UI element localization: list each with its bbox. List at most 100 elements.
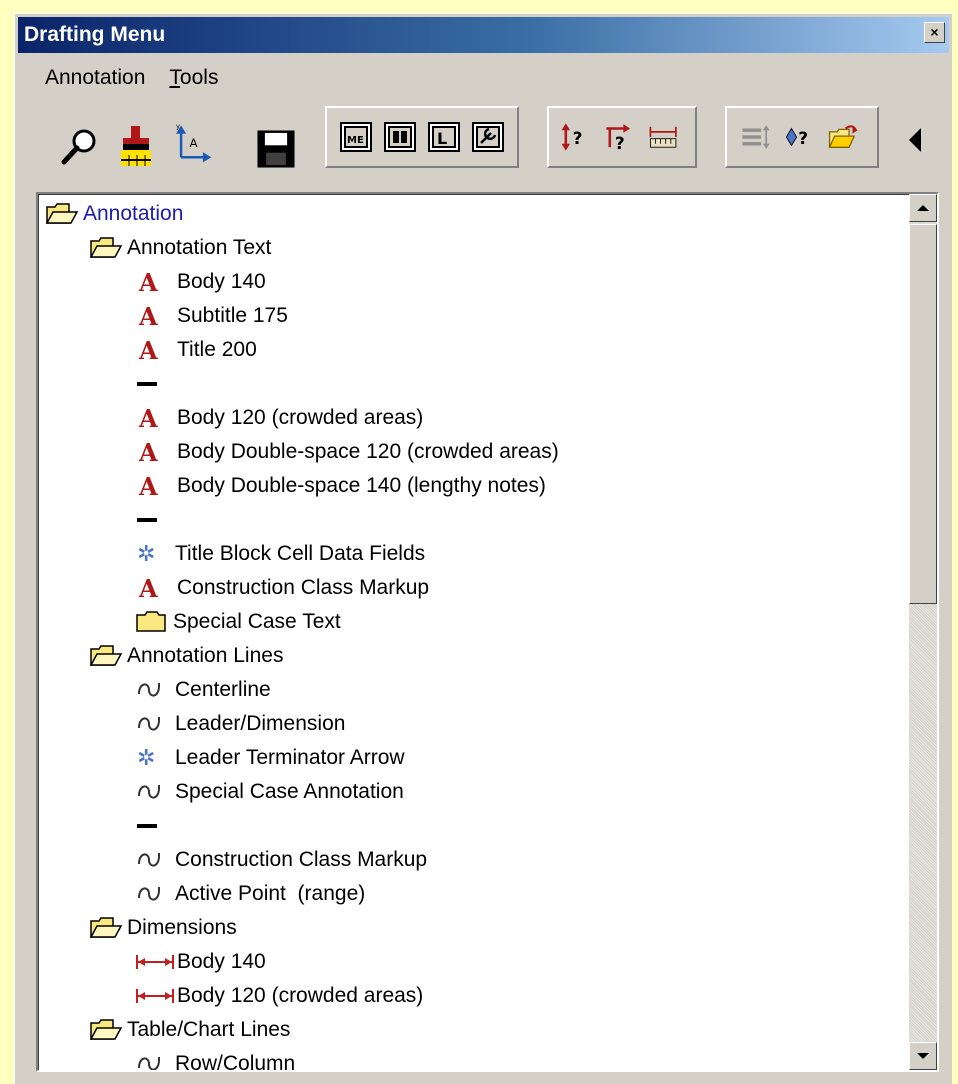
open-folder-arrow-icon[interactable] — [827, 119, 861, 155]
title-bar[interactable]: Drafting Menu × — [18, 17, 949, 53]
svg-text:?: ? — [573, 129, 583, 149]
close-button[interactable]: × — [924, 22, 945, 43]
tree-item-separator[interactable] — [135, 367, 173, 401]
cell-snowflake-icon: ✲ — [137, 541, 156, 566]
text-a-icon: A — [139, 267, 158, 297]
tree-item-special-case-annotation[interactable]: Special Case Annotation — [135, 775, 404, 809]
tree-item-label: Body 140 — [177, 950, 266, 973]
tree-content: Annotation Annotation Text A Body 140 A … — [38, 194, 909, 1070]
tree-item-body-140[interactable]: A Body 140 — [135, 265, 266, 299]
curve-icon — [135, 709, 175, 739]
tree-item-label: Dimensions — [127, 916, 237, 939]
tree-item-label: Body Double-space 120 (crowded areas) — [177, 440, 559, 463]
tree-item-label: Body 140 — [177, 270, 266, 293]
open-folder-icon — [89, 233, 127, 263]
dimension-icon — [135, 981, 177, 1011]
list-settings-icon[interactable] — [739, 119, 773, 155]
tree-item-title-200[interactable]: A Title 200 — [135, 333, 257, 367]
tree-item-table-chart-lines[interactable]: Table/Chart Lines — [89, 1013, 290, 1047]
diamond-query-icon[interactable]: ? — [783, 119, 817, 155]
text-a-icon: A — [139, 471, 158, 501]
curve-icon — [135, 845, 175, 875]
vertical-query-icon[interactable]: ? — [559, 119, 593, 155]
text-a-icon: A — [139, 335, 158, 365]
tree-item-annotation-lines[interactable]: Annotation Lines — [89, 639, 283, 673]
axis-text-icon[interactable]: A y — [171, 113, 213, 173]
text-a-icon: A — [139, 301, 158, 331]
tree-item-annotation-text[interactable]: Annotation Text — [89, 231, 271, 265]
menu-tools[interactable]: Tools — [169, 66, 218, 96]
svg-text:?: ? — [615, 134, 625, 154]
tree-item-row-column[interactable]: Row/Column — [135, 1047, 296, 1072]
svg-text:y: y — [176, 123, 180, 131]
curve-icon — [135, 777, 175, 807]
tree-item-body-120[interactable]: A Body 120 (crowded areas) — [135, 401, 423, 435]
arrow-down-icon — [917, 1053, 929, 1059]
tree-item-dimensions[interactable]: Dimensions — [89, 911, 237, 945]
tree-item-label: Row/Column — [175, 1052, 296, 1072]
me-frame-icon[interactable]: ME — [339, 119, 373, 155]
text-a-icon: A — [139, 573, 158, 603]
tree-item-special-case-text[interactable]: Special Case Text — [135, 605, 341, 639]
tree-item-leader-terminator-arrow[interactable]: ✲ Leader Terminator Arrow — [135, 741, 405, 775]
tree-item-leader-dimension[interactable]: Leader/Dimension — [135, 707, 345, 741]
scroll-thumb[interactable] — [909, 224, 937, 604]
tree-item-active-point[interactable]: Active Point (range) — [135, 877, 365, 911]
wrench-frame-icon[interactable] — [471, 119, 505, 155]
window-title: Drafting Menu — [24, 23, 166, 46]
toolbar-group-frames: ME L — [325, 106, 519, 168]
tree-item-label: Construction Class Markup — [175, 848, 428, 871]
tree-item-label: Leader/Dimension — [175, 712, 346, 735]
magnifier-icon[interactable] — [59, 117, 101, 177]
tree-item-label: Centerline — [175, 678, 271, 701]
open-folder-icon — [89, 1015, 127, 1045]
tree-item-dim-body-140[interactable]: Body 140 — [135, 945, 266, 979]
tree-item-annotation[interactable]: Annotation — [45, 197, 183, 231]
tree-item-label: Body Double-space 140 (lengthy notes) — [177, 474, 546, 497]
closed-folder-icon — [135, 607, 173, 637]
tree-item-separator[interactable] — [135, 503, 173, 537]
scroll-up-button[interactable] — [909, 194, 937, 222]
text-a-icon: A — [139, 403, 158, 433]
curve-icon — [135, 1049, 175, 1070]
tree-item-centerline[interactable]: Centerline — [135, 673, 271, 707]
menu-annotation[interactable]: Annotation — [45, 66, 145, 96]
vertical-scrollbar[interactable] — [909, 194, 937, 1070]
tree-view: Annotation Annotation Text A Body 140 A … — [36, 192, 939, 1072]
toolbar-group-queries: ? ? — [547, 106, 697, 168]
menu-tools-mnemonic: T — [169, 66, 180, 89]
scroll-down-button[interactable] — [909, 1042, 937, 1070]
menu-tools-rest: ools — [179, 66, 219, 89]
tree-item-label: Table/Chart Lines — [127, 1018, 291, 1041]
tree-item-label: Construction Class Markup — [177, 576, 430, 599]
tree-item-subtitle-175[interactable]: A Subtitle 175 — [135, 299, 288, 333]
dimension-icon — [135, 947, 177, 977]
tree-item-separator[interactable] — [135, 809, 173, 843]
tree-item-label: Body 120 (crowded areas) — [177, 984, 424, 1007]
tree-item-label: Body 120 (crowded areas) — [177, 406, 424, 429]
dimension-ruler-icon[interactable] — [647, 119, 681, 155]
tree-item-construction-class-markup-line[interactable]: Construction Class Markup — [135, 843, 427, 877]
close-icon: × — [930, 24, 939, 40]
open-folder-icon — [45, 199, 83, 229]
collapse-left-icon[interactable] — [905, 124, 925, 156]
tree-item-body-double-120[interactable]: A Body Double-space 120 (crowded areas) — [135, 435, 559, 469]
tree-item-label: Annotation Text — [127, 236, 272, 259]
save-disk-icon[interactable] — [255, 119, 297, 179]
tree-item-dim-body-120[interactable]: Body 120 (crowded areas) — [135, 979, 423, 1013]
curve-icon — [135, 879, 175, 909]
svg-text:?: ? — [798, 129, 808, 149]
tree-item-label: Annotation Lines — [127, 644, 284, 667]
tree-item-label: Special Case Annotation — [175, 780, 404, 803]
leader-query-icon[interactable]: ? — [603, 119, 637, 155]
tree-item-label: Subtitle 175 — [177, 304, 288, 327]
tree-item-label: Title Block Cell Data Fields — [175, 542, 426, 565]
double-frame-icon[interactable] — [383, 119, 417, 155]
tree-item-title-block-cell[interactable]: ✲ Title Block Cell Data Fields — [135, 537, 425, 571]
tree-item-construction-class-markup-text[interactable]: A Construction Class Markup — [135, 571, 429, 605]
tree-item-label: Title 200 — [177, 338, 257, 361]
tree-item-body-double-140[interactable]: A Body Double-space 140 (lengthy notes) — [135, 469, 546, 503]
paint-brush-icon[interactable] — [115, 117, 157, 177]
tree-item-label: Active Point (range) — [175, 882, 366, 905]
l-frame-icon[interactable]: L — [427, 119, 461, 155]
